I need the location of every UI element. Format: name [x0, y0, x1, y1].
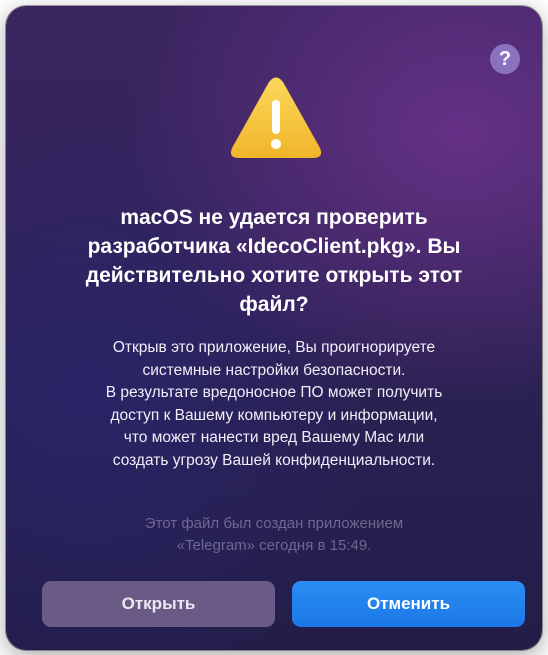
dialog-message: Открыв это приложение, Вы проигнорируете… [32, 337, 516, 472]
info-line: Этот файл был создан приложением [144, 515, 404, 532]
message-line: создать угрозу Вашей конфиденциальности. [112, 451, 436, 469]
cancel-button[interactable]: Отменить [292, 581, 525, 627]
help-button[interactable]: ? [490, 44, 520, 74]
message-line: что может нанести вред Вашему Mac или [123, 429, 425, 446]
title-line: файл? [239, 293, 309, 316]
file-origin-info: Этот файл был создан приложением «Telegr… [46, 513, 502, 557]
title-line: macOS не удается проверить [120, 206, 428, 229]
cancel-button-label: Отменить [366, 594, 451, 613]
title-line: разработчика «IdecoClient.pkg». Вы [87, 235, 461, 258]
message-line: доступ к Вашему компьютеру и информации, [110, 406, 438, 424]
open-button[interactable]: Открыть [42, 581, 275, 627]
info-line: «Telegram» сегодня в 15:49. [176, 537, 372, 554]
title-line: действительно хотите открыть этот [85, 264, 463, 287]
message-line: системные настройки безопасности. [142, 361, 406, 379]
security-alert-dialog: ? macOS не удается проверить разработчик… [6, 6, 542, 650]
dialog-title: macOS не удается проверить разработчика … [36, 203, 512, 319]
message-line: В результате вредоносное ПО может получи… [105, 384, 443, 401]
warning-triangle-icon [230, 77, 322, 158]
open-button-label: Открыть [121, 594, 196, 613]
message-line: Открыв это приложение, Вы проигнорируете [112, 339, 436, 356]
help-label: ? [498, 48, 512, 70]
